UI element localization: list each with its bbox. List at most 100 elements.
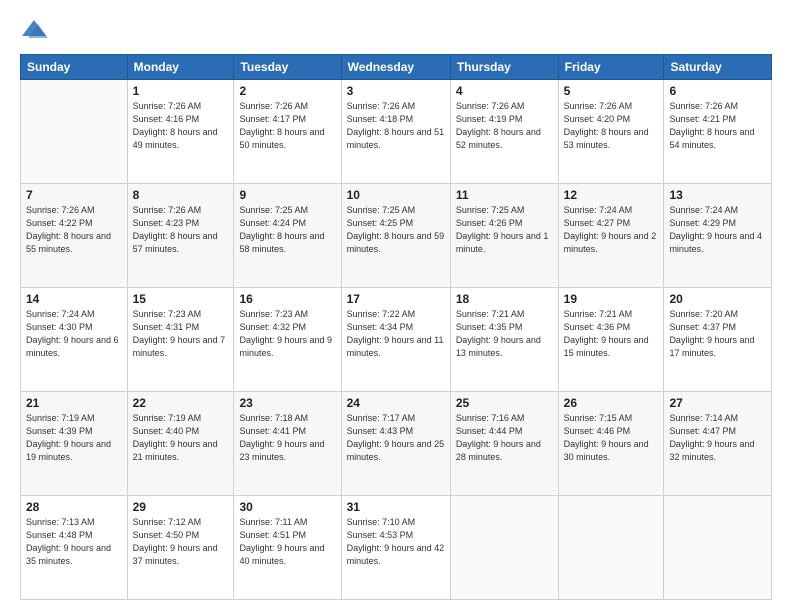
calendar-cell: [450, 496, 558, 600]
day-number: 10: [347, 188, 445, 202]
calendar-cell: 6 Sunrise: 7:26 AMSunset: 4:21 PMDaylight…: [664, 80, 772, 184]
day-number: 12: [564, 188, 659, 202]
day-info: Sunrise: 7:12 AMSunset: 4:50 PMDaylight:…: [133, 516, 229, 568]
day-info: Sunrise: 7:26 AMSunset: 4:20 PMDaylight:…: [564, 100, 659, 152]
day-info: Sunrise: 7:21 AMSunset: 4:36 PMDaylight:…: [564, 308, 659, 360]
day-number: 26: [564, 396, 659, 410]
day-info: Sunrise: 7:26 AMSunset: 4:17 PMDaylight:…: [239, 100, 335, 152]
calendar-cell: 27Sunrise: 7:14 AMSunset: 4:47 PMDayligh…: [664, 392, 772, 496]
day-number: 8: [133, 188, 229, 202]
day-info: Sunrise: 7:13 AMSunset: 4:48 PMDaylight:…: [26, 516, 122, 568]
day-number: 5: [564, 84, 659, 98]
header: [20, 16, 772, 44]
calendar-cell: 8 Sunrise: 7:26 AMSunset: 4:23 PMDaylight…: [127, 184, 234, 288]
calendar-cell: 28 Sunrise: 7:13 AMSunset: 4:48 PMDayligh…: [21, 496, 128, 600]
calendar-cell: 30 Sunrise: 7:11 AMSunset: 4:51 PMDayligh…: [234, 496, 341, 600]
day-number: 23: [239, 396, 335, 410]
day-info: Sunrise: 7:19 AMSunset: 4:39 PMDaylight:…: [26, 412, 122, 464]
calendar-cell: 21 Sunrise: 7:19 AMSunset: 4:39 PMDayligh…: [21, 392, 128, 496]
calendar-cell: 26 Sunrise: 7:15 AMSunset: 4:46 PMDayligh…: [558, 392, 664, 496]
calendar-cell: 17Sunrise: 7:22 AMSunset: 4:34 PMDayligh…: [341, 288, 450, 392]
logo: [20, 16, 52, 44]
week-row-2: 7 Sunrise: 7:26 AMSunset: 4:22 PMDaylight…: [21, 184, 772, 288]
calendar-cell: 4 Sunrise: 7:26 AMSunset: 4:19 PMDaylight…: [450, 80, 558, 184]
calendar-cell: 11 Sunrise: 7:25 AMSunset: 4:26 PMDayligh…: [450, 184, 558, 288]
calendar-cell: 2Sunrise: 7:26 AMSunset: 4:17 PMDaylight…: [234, 80, 341, 184]
calendar-cell: 18 Sunrise: 7:21 AMSunset: 4:35 PMDayligh…: [450, 288, 558, 392]
day-info: Sunrise: 7:23 AMSunset: 4:31 PMDaylight:…: [133, 308, 229, 360]
day-info: Sunrise: 7:16 AMSunset: 4:44 PMDaylight:…: [456, 412, 553, 464]
day-info: Sunrise: 7:24 AMSunset: 4:29 PMDaylight:…: [669, 204, 766, 256]
day-info: Sunrise: 7:11 AMSunset: 4:51 PMDaylight:…: [239, 516, 335, 568]
day-number: 21: [26, 396, 122, 410]
calendar-cell: 20 Sunrise: 7:20 AMSunset: 4:37 PMDayligh…: [664, 288, 772, 392]
weekday-friday: Friday: [558, 55, 664, 80]
calendar-cell: 23Sunrise: 7:18 AMSunset: 4:41 PMDayligh…: [234, 392, 341, 496]
calendar-cell: 16Sunrise: 7:23 AMSunset: 4:32 PMDayligh…: [234, 288, 341, 392]
weekday-header-row: SundayMondayTuesdayWednesdayThursdayFrid…: [21, 55, 772, 80]
day-number: 30: [239, 500, 335, 514]
day-number: 25: [456, 396, 553, 410]
calendar-cell: 14 Sunrise: 7:24 AMSunset: 4:30 PMDayligh…: [21, 288, 128, 392]
day-info: Sunrise: 7:26 AMSunset: 4:23 PMDaylight:…: [133, 204, 229, 256]
calendar-cell: [558, 496, 664, 600]
day-info: Sunrise: 7:19 AMSunset: 4:40 PMDaylight:…: [133, 412, 229, 464]
day-number: 20: [669, 292, 766, 306]
week-row-5: 28 Sunrise: 7:13 AMSunset: 4:48 PMDayligh…: [21, 496, 772, 600]
day-info: Sunrise: 7:21 AMSunset: 4:35 PMDaylight:…: [456, 308, 553, 360]
weekday-thursday: Thursday: [450, 55, 558, 80]
calendar-cell: 22Sunrise: 7:19 AMSunset: 4:40 PMDayligh…: [127, 392, 234, 496]
day-info: Sunrise: 7:25 AMSunset: 4:26 PMDaylight:…: [456, 204, 553, 256]
day-info: Sunrise: 7:14 AMSunset: 4:47 PMDaylight:…: [669, 412, 766, 464]
calendar-cell: 31 Sunrise: 7:10 AMSunset: 4:53 PMDayligh…: [341, 496, 450, 600]
week-row-4: 21 Sunrise: 7:19 AMSunset: 4:39 PMDayligh…: [21, 392, 772, 496]
day-info: Sunrise: 7:25 AMSunset: 4:24 PMDaylight:…: [239, 204, 335, 256]
week-row-3: 14 Sunrise: 7:24 AMSunset: 4:30 PMDayligh…: [21, 288, 772, 392]
day-number: 31: [347, 500, 445, 514]
calendar-cell: 19 Sunrise: 7:21 AMSunset: 4:36 PMDayligh…: [558, 288, 664, 392]
day-number: 14: [26, 292, 122, 306]
day-info: Sunrise: 7:24 AMSunset: 4:30 PMDaylight:…: [26, 308, 122, 360]
calendar-cell: 7 Sunrise: 7:26 AMSunset: 4:22 PMDaylight…: [21, 184, 128, 288]
calendar-cell: 5 Sunrise: 7:26 AMSunset: 4:20 PMDaylight…: [558, 80, 664, 184]
day-info: Sunrise: 7:20 AMSunset: 4:37 PMDaylight:…: [669, 308, 766, 360]
day-number: 24: [347, 396, 445, 410]
day-info: Sunrise: 7:15 AMSunset: 4:46 PMDaylight:…: [564, 412, 659, 464]
day-number: 19: [564, 292, 659, 306]
day-number: 16: [239, 292, 335, 306]
day-info: Sunrise: 7:10 AMSunset: 4:53 PMDaylight:…: [347, 516, 445, 568]
day-number: 18: [456, 292, 553, 306]
day-number: 9: [239, 188, 335, 202]
day-info: Sunrise: 7:26 AMSunset: 4:21 PMDaylight:…: [669, 100, 766, 152]
day-number: 3: [347, 84, 445, 98]
day-number: 4: [456, 84, 553, 98]
day-number: 7: [26, 188, 122, 202]
day-info: Sunrise: 7:26 AMSunset: 4:19 PMDaylight:…: [456, 100, 553, 152]
day-info: Sunrise: 7:22 AMSunset: 4:34 PMDaylight:…: [347, 308, 445, 360]
day-info: Sunrise: 7:17 AMSunset: 4:43 PMDaylight:…: [347, 412, 445, 464]
day-number: 29: [133, 500, 229, 514]
calendar-cell: [664, 496, 772, 600]
calendar-cell: 24 Sunrise: 7:17 AMSunset: 4:43 PMDayligh…: [341, 392, 450, 496]
week-row-1: 1 Sunrise: 7:26 AMSunset: 4:16 PMDaylight…: [21, 80, 772, 184]
day-info: Sunrise: 7:24 AMSunset: 4:27 PMDaylight:…: [564, 204, 659, 256]
day-number: 28: [26, 500, 122, 514]
day-info: Sunrise: 7:26 AMSunset: 4:22 PMDaylight:…: [26, 204, 122, 256]
day-number: 6: [669, 84, 766, 98]
calendar-cell: 15Sunrise: 7:23 AMSunset: 4:31 PMDayligh…: [127, 288, 234, 392]
day-number: 13: [669, 188, 766, 202]
calendar-cell: 12 Sunrise: 7:24 AMSunset: 4:27 PMDayligh…: [558, 184, 664, 288]
calendar-cell: 29 Sunrise: 7:12 AMSunset: 4:50 PMDayligh…: [127, 496, 234, 600]
day-info: Sunrise: 7:26 AMSunset: 4:16 PMDaylight:…: [133, 100, 229, 152]
weekday-tuesday: Tuesday: [234, 55, 341, 80]
calendar-cell: [21, 80, 128, 184]
calendar-cell: 3 Sunrise: 7:26 AMSunset: 4:18 PMDaylight…: [341, 80, 450, 184]
day-info: Sunrise: 7:26 AMSunset: 4:18 PMDaylight:…: [347, 100, 445, 152]
calendar-table: SundayMondayTuesdayWednesdayThursdayFrid…: [20, 54, 772, 600]
day-number: 11: [456, 188, 553, 202]
calendar-cell: 13 Sunrise: 7:24 AMSunset: 4:29 PMDayligh…: [664, 184, 772, 288]
calendar-cell: 25 Sunrise: 7:16 AMSunset: 4:44 PMDayligh…: [450, 392, 558, 496]
weekday-saturday: Saturday: [664, 55, 772, 80]
day-info: Sunrise: 7:25 AMSunset: 4:25 PMDaylight:…: [347, 204, 445, 256]
day-number: 1: [133, 84, 229, 98]
